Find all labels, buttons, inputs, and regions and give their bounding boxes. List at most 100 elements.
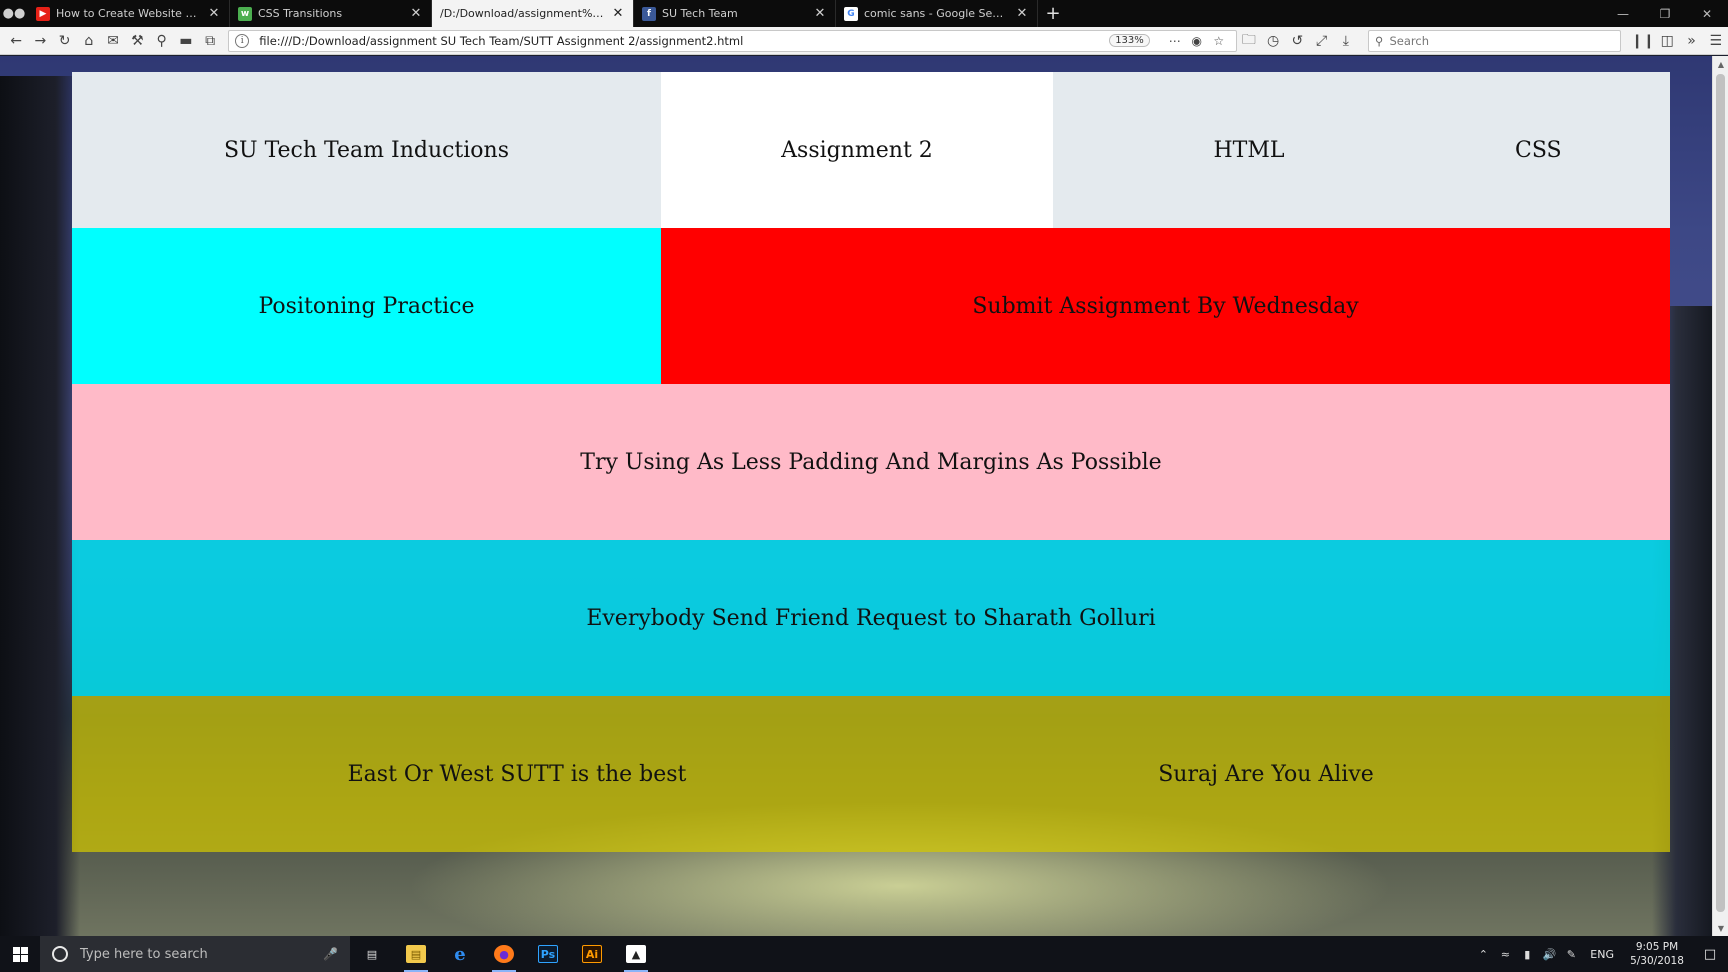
close-icon[interactable]: ✕: [207, 6, 221, 21]
undo-history-icon[interactable]: ↺: [1285, 29, 1309, 53]
cell-positioning-practice: Positoning Practice: [72, 228, 661, 384]
browser-nav-bar: ← → ↻ ⌂ ✉ ⚒ ⚲ ▬ ⧉ i file:///D:/Download/…: [0, 27, 1728, 55]
vertical-scrollbar[interactable]: ▲ ▼: [1712, 56, 1728, 936]
close-icon[interactable]: ✕: [409, 6, 423, 21]
reload-icon[interactable]: ↻: [53, 29, 77, 53]
close-icon[interactable]: ✕: [813, 6, 827, 21]
cell-su-tech-team-inductions: SU Tech Team Inductions: [72, 72, 661, 228]
search-placeholder: Search: [1389, 33, 1429, 48]
taskbar-search-placeholder: Type here to search: [80, 946, 208, 962]
more-actions-icon[interactable]: ⋯: [1164, 34, 1186, 48]
cell-suraj-alive: Suraj Are You Alive: [872, 696, 1670, 852]
windows-logo-icon: [12, 946, 28, 962]
overflow-chevrons-icon[interactable]: »: [1679, 29, 1703, 53]
zoom-level-badge[interactable]: 133%: [1109, 34, 1150, 47]
new-tab-button[interactable]: +: [1038, 0, 1068, 27]
wifi-icon[interactable]: ≈: [1494, 948, 1516, 961]
row-two: Positoning Practice Submit Assignment By…: [72, 228, 1670, 384]
background-cliff-left: [0, 76, 80, 936]
scrollbar-thumb[interactable]: [1716, 74, 1725, 912]
firefox-icon[interactable]: ●: [482, 936, 526, 972]
tab-title: How to Create Website Layout: [56, 7, 201, 20]
google-icon: G: [844, 6, 858, 21]
window-controls: — ❐ ✕: [1602, 0, 1728, 27]
language-indicator[interactable]: ENG: [1582, 948, 1622, 961]
pen-icon[interactable]: ✎: [1560, 948, 1582, 961]
back-arrow-icon[interactable]: ←: [4, 29, 28, 53]
bookmark-star-icon[interactable]: ☆: [1208, 34, 1230, 48]
clock-date: 5/30/2018: [1630, 955, 1684, 967]
close-window-icon[interactable]: ✕: [1686, 7, 1728, 21]
cell-friend-request-note: Everybody Send Friend Request to Sharath…: [72, 540, 1670, 696]
scroll-up-arrow-icon[interactable]: ▲: [1713, 56, 1728, 72]
row-five: East Or West SUTT is the best Suraj Are …: [72, 696, 1670, 852]
history-clock-icon[interactable]: ◷: [1261, 29, 1285, 53]
close-icon[interactable]: ✕: [1015, 6, 1029, 21]
start-button[interactable]: [0, 936, 40, 972]
download-icon[interactable]: ⤓: [1334, 29, 1358, 53]
taskbar-search-box[interactable]: Type here to search 🎤: [40, 936, 350, 972]
battery-icon[interactable]: ▮: [1516, 948, 1538, 961]
cell-submit-assignment: Submit Assignment By Wednesday: [661, 228, 1670, 384]
private-browsing-mask-icon: ●●: [2, 6, 26, 21]
tab-title: /D:/Download/assignment%20SU%: [440, 7, 605, 20]
folder-icon[interactable]: 🗀: [1237, 29, 1261, 53]
task-view-icon[interactable]: ▤: [350, 936, 394, 972]
cell-html: HTML: [1053, 72, 1445, 228]
tab-title: comic sans - Google Search: [864, 7, 1009, 20]
tab-assignment2[interactable]: /D:/Download/assignment%20SU% ✕: [432, 0, 634, 27]
browser-tab-strip: ●● ▶ How to Create Website Layout ✕ w CS…: [0, 0, 1728, 27]
tab-css-transitions[interactable]: w CSS Transitions ✕: [230, 0, 432, 27]
volume-icon[interactable]: 🔊: [1538, 948, 1560, 961]
row-three: Try Using As Less Padding And Margins As…: [72, 384, 1670, 540]
file-explorer-icon[interactable]: ▤: [394, 936, 438, 972]
close-icon[interactable]: ✕: [611, 6, 625, 21]
photos-icon[interactable]: ▲: [614, 936, 658, 972]
dock-icon[interactable]: ▬: [174, 29, 198, 53]
illustrator-icon[interactable]: Ai: [570, 936, 614, 972]
action-center-icon[interactable]: □: [1692, 947, 1728, 962]
fullscreen-icon[interactable]: ⤢: [1310, 29, 1334, 53]
tab-comic-sans-google-search[interactable]: G comic sans - Google Search ✕: [836, 0, 1038, 27]
wrench-icon[interactable]: ⚒: [125, 29, 149, 53]
forward-arrow-icon[interactable]: →: [28, 29, 52, 53]
search-icon: ⚲: [1375, 33, 1384, 48]
tab-how-to-create-website-layout[interactable]: ▶ How to Create Website Layout ✕: [28, 0, 230, 27]
mail-icon[interactable]: ✉: [101, 29, 125, 53]
cell-east-or-west: East Or West SUTT is the best: [72, 696, 872, 852]
w3schools-icon: w: [238, 6, 252, 21]
edge-icon[interactable]: e: [438, 936, 482, 972]
facebook-icon: f: [642, 6, 656, 21]
tab-title: SU Tech Team: [662, 7, 738, 20]
clock[interactable]: 9:05 PM 5/30/2018: [1622, 940, 1692, 968]
responsive-design-icon[interactable]: ⧉: [198, 29, 222, 53]
home-icon[interactable]: ⌂: [77, 29, 101, 53]
magnifier-icon[interactable]: ⚲: [150, 29, 174, 53]
search-box[interactable]: ⚲ Search: [1368, 29, 1621, 52]
windows-taskbar: Type here to search 🎤 ▤ ▤ e ● Ps Ai ▲ ⌃ …: [0, 936, 1728, 972]
youtube-icon: ▶: [36, 6, 50, 21]
cell-padding-margins-note: Try Using As Less Padding And Margins As…: [72, 384, 1670, 540]
clock-time: 9:05 PM: [1635, 941, 1679, 953]
system-tray: ⌃ ≈ ▮ 🔊 ✎ ENG 9:05 PM 5/30/2018 □: [1472, 936, 1728, 972]
cell-assignment-2: Assignment 2: [661, 72, 1053, 228]
url-bar[interactable]: i file:///D:/Download/assignment SU Tech…: [228, 29, 1237, 52]
library-icon[interactable]: ❙❙: [1631, 29, 1655, 53]
cell-css: CSS: [1445, 72, 1670, 228]
sidebar-icon[interactable]: ◫: [1655, 29, 1679, 53]
microphone-icon[interactable]: 🎤: [323, 947, 338, 961]
show-hidden-icons-chevron-icon[interactable]: ⌃: [1472, 948, 1494, 961]
photoshop-icon[interactable]: Ps: [526, 936, 570, 972]
tab-title: CSS Transitions: [258, 7, 343, 20]
cortana-ring-icon: [52, 946, 68, 962]
minimize-icon[interactable]: —: [1602, 7, 1644, 21]
scroll-down-arrow-icon[interactable]: ▼: [1713, 920, 1728, 936]
restore-icon[interactable]: ❐: [1644, 7, 1686, 21]
assignment-layout-grid: SU Tech Team Inductions Assignment 2 HTM…: [72, 72, 1670, 852]
url-text[interactable]: file:///D:/Download/assignment SU Tech T…: [259, 34, 1109, 48]
header-row: SU Tech Team Inductions Assignment 2 HTM…: [72, 72, 1670, 228]
hamburger-menu-icon[interactable]: ☰: [1704, 29, 1728, 53]
tab-su-tech-team[interactable]: f SU Tech Team ✕: [634, 0, 836, 27]
info-icon[interactable]: i: [235, 33, 250, 48]
pocket-icon[interactable]: ◉: [1186, 34, 1208, 48]
